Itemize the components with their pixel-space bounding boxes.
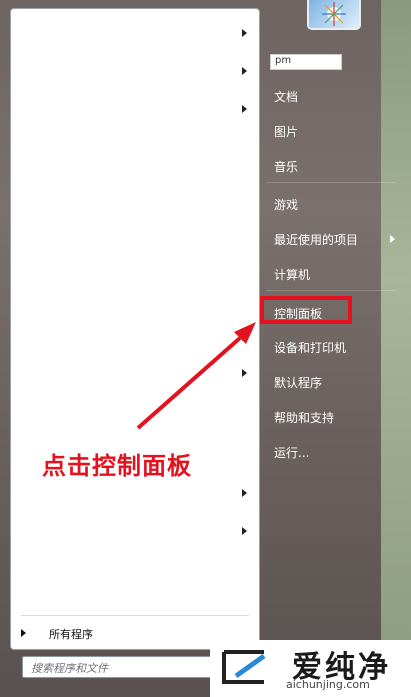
menu-item-documents[interactable]: 文档 <box>262 80 392 110</box>
annotation-text: 点击控制面板 <box>42 452 192 480</box>
submenu-arrow-icon[interactable] <box>242 489 247 497</box>
divider <box>266 182 396 183</box>
pinned-program-item[interactable] <box>11 17 259 53</box>
menu-item-recent-items[interactable]: 最近使用的项目 <box>262 223 395 253</box>
menu-item-label: 默认程序 <box>274 376 323 390</box>
divider <box>266 290 396 291</box>
search-input[interactable] <box>29 658 213 679</box>
menu-item-games[interactable]: 游戏 <box>262 188 392 218</box>
divider <box>21 615 249 616</box>
aichunjing-logo-icon <box>222 650 266 684</box>
start-menu-left-pane: 所有程序 <box>10 8 260 650</box>
menu-item-label: 游戏 <box>274 198 299 212</box>
recent-program-item[interactable] <box>11 515 259 551</box>
submenu-arrow-icon[interactable] <box>242 527 247 535</box>
all-programs-label: 所有程序 <box>49 628 93 641</box>
menu-item-label: 文档 <box>274 90 299 104</box>
menu-item-label: 设备和打印机 <box>274 341 347 355</box>
menu-item-label: 图片 <box>274 125 299 139</box>
pinned-program-item[interactable] <box>11 55 259 91</box>
menu-item-run[interactable]: 运行... <box>262 436 392 466</box>
menu-item-help-support[interactable]: 帮助和支持 <box>262 401 392 431</box>
menu-item-label: 音乐 <box>274 160 299 174</box>
submenu-arrow-icon[interactable] <box>242 105 247 113</box>
menu-item-label: 帮助和支持 <box>274 411 335 425</box>
username-label: pm <box>275 55 292 66</box>
menu-item-computer[interactable]: 计算机 <box>262 258 392 288</box>
recent-program-item[interactable] <box>11 357 259 393</box>
menu-item-devices-printers[interactable]: 设备和打印机 <box>262 331 392 361</box>
menu-item-default-programs[interactable]: 默认程序 <box>262 366 392 396</box>
menu-item-label: 计算机 <box>274 268 311 282</box>
recent-program-item[interactable] <box>11 477 259 513</box>
username-item[interactable]: pm <box>270 54 342 70</box>
user-avatar-icon[interactable] <box>307 0 361 30</box>
menu-item-label: 运行... <box>274 446 310 460</box>
menu-item-music[interactable]: 音乐 <box>262 150 392 180</box>
search-box[interactable] <box>22 656 242 679</box>
pinned-program-item[interactable] <box>11 93 259 129</box>
play-arrow-icon <box>21 629 26 637</box>
submenu-arrow-icon[interactable] <box>242 67 247 75</box>
watermark-url: aichunjing.com <box>286 678 370 691</box>
submenu-arrow-icon[interactable] <box>242 369 247 377</box>
recent-program-item[interactable] <box>11 321 259 357</box>
submenu-arrow-icon[interactable] <box>242 333 247 341</box>
submenu-arrow-icon[interactable] <box>242 29 247 37</box>
highlight-box <box>260 296 352 324</box>
submenu-arrow-icon <box>390 235 395 243</box>
watermark-logo: 爱纯净 aichunjing.com <box>210 640 411 697</box>
menu-item-label: 最近使用的项目 <box>274 233 359 247</box>
menu-item-pictures[interactable]: 图片 <box>262 115 392 145</box>
